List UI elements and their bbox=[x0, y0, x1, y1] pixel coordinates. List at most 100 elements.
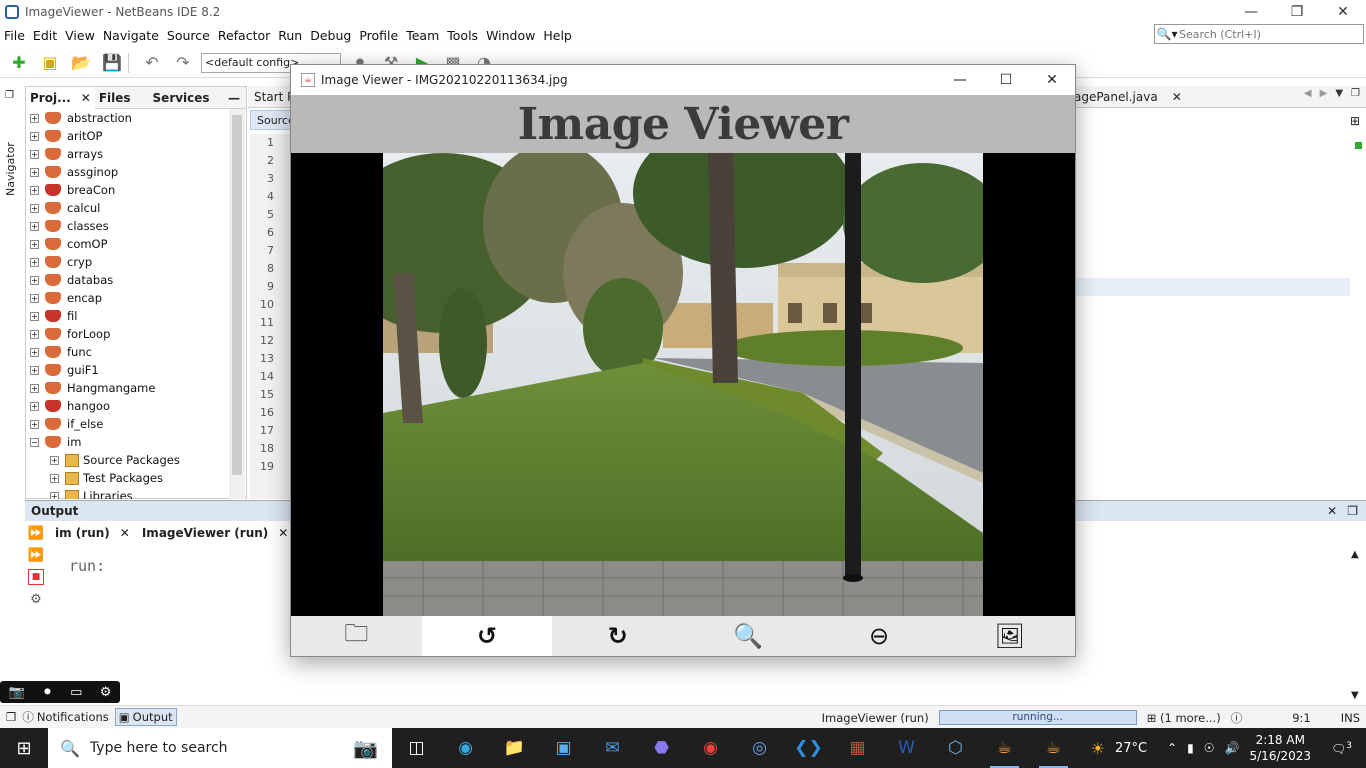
output-toggle-button[interactable]: ▣ Output bbox=[114, 708, 177, 726]
menu-navigate[interactable]: Navigate bbox=[99, 28, 163, 43]
expand-toggle-icon[interactable]: + bbox=[30, 149, 39, 159]
tree-item-project[interactable]: + Hangmangame bbox=[26, 379, 246, 397]
restore-window-icon[interactable]: ❐ bbox=[1347, 504, 1358, 518]
run-progress-bar[interactable]: running... bbox=[938, 710, 1137, 725]
expand-toggle-icon[interactable]: + bbox=[30, 221, 39, 231]
file-explorer-icon[interactable]: 📁 bbox=[490, 728, 539, 768]
expand-toggle-icon[interactable]: + bbox=[30, 311, 39, 321]
tree-item-project[interactable]: + arrays bbox=[26, 145, 246, 163]
new-project-icon[interactable]: ▣ bbox=[38, 52, 62, 74]
close-icon[interactable]: ✕ bbox=[278, 526, 288, 540]
expand-toggle-icon[interactable]: + bbox=[50, 455, 59, 465]
tree-item-project[interactable]: + forLoop bbox=[26, 325, 246, 343]
menu-edit[interactable]: Edit bbox=[29, 28, 61, 43]
close-button[interactable]: ✕ bbox=[1029, 65, 1075, 95]
rerun-different-icon[interactable]: ⏩ bbox=[28, 547, 44, 563]
expand-toggle-icon[interactable]: + bbox=[30, 275, 39, 285]
expand-toggle-icon[interactable]: − bbox=[30, 437, 39, 447]
tree-item-project[interactable]: + cryp bbox=[26, 253, 246, 271]
close-icon[interactable]: ✕ bbox=[1327, 504, 1337, 518]
split-editor-icon[interactable]: ⊞ bbox=[1350, 114, 1360, 128]
weather-icon[interactable]: ☀ bbox=[1091, 739, 1105, 758]
camera-icon[interactable]: 📷 bbox=[9, 685, 25, 700]
expand-toggle-icon[interactable]: + bbox=[30, 383, 39, 393]
tree-item-project[interactable]: + aritOP bbox=[26, 127, 246, 145]
expand-toggle-icon[interactable]: + bbox=[30, 347, 39, 357]
chrome-icon[interactable]: ◉ bbox=[686, 728, 735, 768]
expand-toggle-icon[interactable]: + bbox=[30, 239, 39, 249]
menu-tools[interactable]: Tools bbox=[443, 28, 482, 43]
rerun-icon[interactable]: ⏩ bbox=[28, 525, 44, 541]
microsoft-store-icon[interactable]: ▣ bbox=[539, 728, 588, 768]
mail-icon[interactable]: ✉ bbox=[588, 728, 637, 768]
tree-item-project[interactable]: + if_else bbox=[26, 415, 246, 433]
zoom-in-icon[interactable]: 🔍 bbox=[683, 616, 814, 656]
output-scrollbar[interactable]: ▲ ▼ bbox=[1348, 545, 1364, 703]
expand-toggle-icon[interactable]: + bbox=[30, 257, 39, 267]
task-view-icon[interactable]: ◫ bbox=[392, 728, 441, 768]
edge-icon[interactable]: ◉ bbox=[441, 728, 490, 768]
menu-help[interactable]: Help bbox=[539, 28, 576, 43]
windows-start-icon[interactable]: ⊞ bbox=[0, 728, 48, 768]
expand-toggle-icon[interactable]: + bbox=[30, 293, 39, 303]
java-app-icon[interactable]: ☕ bbox=[1029, 728, 1078, 768]
minimize-button[interactable]: — bbox=[937, 65, 983, 95]
tab-scroll-right-icon[interactable]: ▶ bbox=[1320, 88, 1328, 99]
notifications-button[interactable]: ⓘ Notifications bbox=[22, 709, 108, 725]
menu-window[interactable]: Window bbox=[482, 28, 539, 43]
undo-icon[interactable]: ↶ bbox=[140, 52, 164, 74]
tab-services[interactable]: Services bbox=[149, 87, 214, 109]
taskbar-search[interactable]: 🔍 Type here to search 📷 bbox=[48, 728, 392, 768]
more-tasks-link[interactable]: ⊞ (1 more...) bbox=[1147, 711, 1221, 725]
maximize-button[interactable]: ☐ bbox=[983, 65, 1029, 95]
expand-toggle-icon[interactable]: + bbox=[50, 491, 59, 499]
tree-item-project[interactable]: + encap bbox=[26, 289, 246, 307]
tree-item-project[interactable]: + comOP bbox=[26, 235, 246, 253]
tab-files[interactable]: Files bbox=[95, 87, 135, 109]
expand-toggle-icon[interactable]: + bbox=[30, 401, 39, 411]
wifi-icon[interactable]: ☉ bbox=[1204, 741, 1215, 755]
close-icon[interactable]: ✕ bbox=[120, 526, 130, 540]
menu-file[interactable]: File bbox=[0, 28, 29, 43]
close-icon[interactable]: ✕ bbox=[1172, 90, 1182, 104]
expand-toggle-icon[interactable]: + bbox=[50, 473, 59, 483]
menu-refactor[interactable]: Refactor bbox=[214, 28, 274, 43]
chevron-up-icon[interactable]: ⌃ bbox=[1167, 741, 1177, 755]
menu-profile[interactable]: Profile bbox=[355, 28, 402, 43]
scroll-up-icon[interactable]: ▲ bbox=[1351, 549, 1359, 560]
tab-list-icon[interactable]: ▼ bbox=[1335, 88, 1343, 99]
close-icon[interactable]: ✕ bbox=[81, 91, 91, 105]
menu-debug[interactable]: Debug bbox=[306, 28, 355, 43]
restore-window-icon[interactable]: ❐ bbox=[1351, 88, 1360, 99]
virtualbox-icon[interactable]: ⬡ bbox=[931, 728, 980, 768]
ide-search-box[interactable]: 🔍▾ bbox=[1154, 24, 1364, 44]
volume-icon[interactable]: 🔊 bbox=[1225, 741, 1240, 755]
expand-toggle-icon[interactable]: + bbox=[30, 203, 39, 213]
notification-info-icon[interactable]: ⓘ bbox=[1231, 710, 1243, 726]
tree-item-folder[interactable]: + Libraries bbox=[26, 487, 246, 499]
menu-view[interactable]: View bbox=[61, 28, 99, 43]
navigator-side-tab[interactable]: ❐ Navigator bbox=[0, 86, 24, 496]
stop-icon[interactable]: ■ bbox=[28, 569, 44, 585]
expand-toggle-icon[interactable]: + bbox=[30, 185, 39, 195]
tree-item-folder[interactable]: + Test Packages bbox=[26, 469, 246, 487]
rotate-right-icon[interactable]: ↻ bbox=[552, 616, 683, 656]
new-file-icon[interactable]: ✚ bbox=[7, 52, 31, 74]
java-icon[interactable]: ☕ bbox=[980, 728, 1029, 768]
tree-item-project[interactable]: + guiF1 bbox=[26, 361, 246, 379]
gear-icon[interactable]: ⚙ bbox=[100, 685, 112, 700]
winrar-icon[interactable]: ▦ bbox=[833, 728, 882, 768]
notification-center-icon[interactable]: 🗨3 bbox=[1331, 741, 1352, 756]
zoom-out-icon[interactable]: ⊖ bbox=[814, 616, 945, 656]
word-icon[interactable]: W bbox=[882, 728, 931, 768]
vscode-icon[interactable]: ❮❯ bbox=[784, 728, 833, 768]
tree-item-project[interactable]: − im bbox=[26, 433, 246, 451]
restore-window-icon[interactable]: ❐ bbox=[5, 90, 14, 101]
redo-icon[interactable]: ↷ bbox=[171, 52, 195, 74]
gallery-icon[interactable]: 🖼 bbox=[944, 616, 1075, 656]
tree-item-project[interactable]: + hangoo bbox=[26, 397, 246, 415]
tree-item-project[interactable]: + assginop bbox=[26, 163, 246, 181]
tab-scroll-left-icon[interactable]: ◀ bbox=[1304, 88, 1312, 99]
tree-item-project[interactable]: + fil bbox=[26, 307, 246, 325]
expand-toggle-icon[interactable]: + bbox=[30, 113, 39, 123]
